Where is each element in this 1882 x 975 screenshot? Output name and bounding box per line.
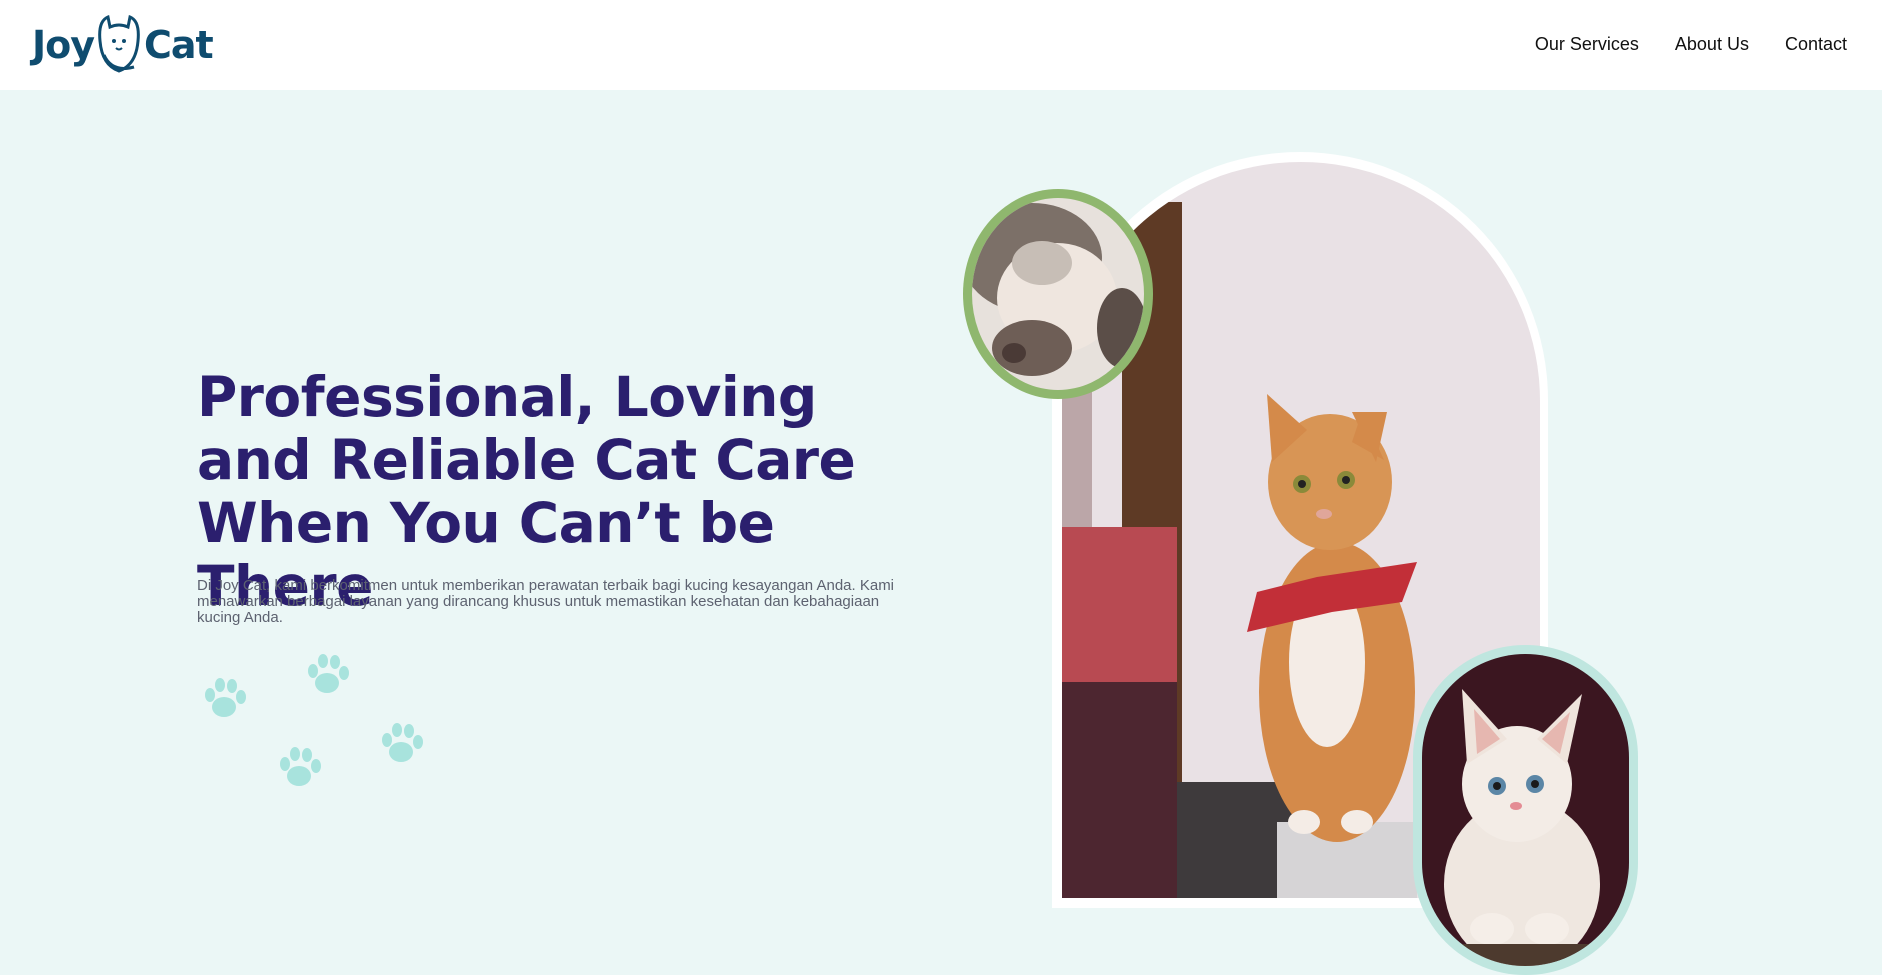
nav-our-services[interactable]: Our Services [1535, 34, 1639, 55]
sleeping-kitten-photo-frame [963, 189, 1153, 399]
logo-text-cat: Cat [144, 23, 214, 67]
paw-print-icon [205, 678, 246, 717]
sleeping-kitten-photo [972, 198, 1144, 390]
paw-print-icon [308, 654, 349, 693]
white-kitten-photo-frame [1413, 645, 1638, 975]
site-header: Joy Cat Our Services About Us Contact [0, 0, 1882, 90]
paw-print-icon [382, 723, 423, 762]
logo-text-joy: Joy [32, 23, 95, 67]
main-nav: Our Services About Us Contact [1535, 34, 1847, 55]
nav-about-us[interactable]: About Us [1675, 34, 1749, 55]
cat-logo-icon [90, 11, 148, 79]
nav-contact[interactable]: Contact [1785, 34, 1847, 55]
paw-print-icon [280, 747, 321, 786]
white-kitten-photo [1422, 654, 1629, 966]
joycat-logo[interactable]: Joy Cat [32, 10, 214, 80]
hero-description: Di Joy Cat, kami berkomitmen untuk membe… [197, 577, 895, 626]
